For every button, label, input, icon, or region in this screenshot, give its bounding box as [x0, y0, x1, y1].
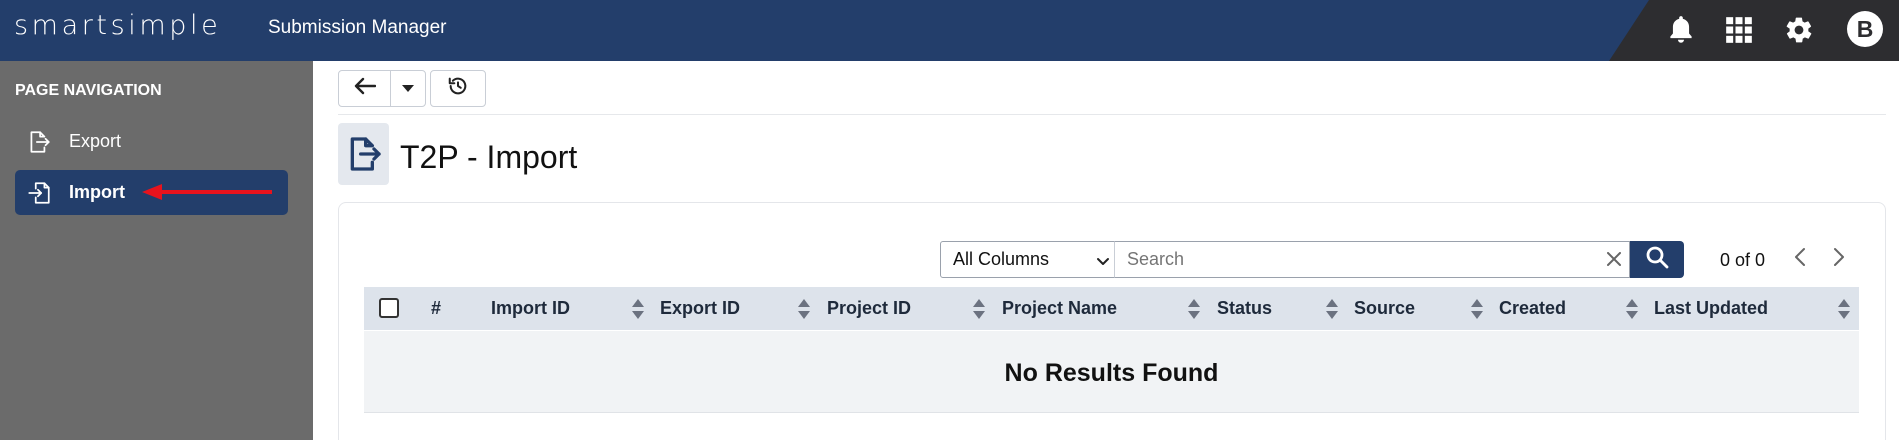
top-bar: smartsimple Submission Manager B — [0, 0, 1899, 61]
annotation-arrow — [142, 184, 272, 200]
sort-icon[interactable] — [1325, 298, 1339, 325]
apps-grid-icon[interactable] — [1721, 12, 1757, 48]
sort-icon[interactable] — [1187, 298, 1201, 325]
import-icon — [21, 180, 57, 206]
search-icon — [1645, 245, 1669, 274]
sort-icon[interactable] — [631, 298, 645, 325]
bell-icon[interactable] — [1663, 12, 1699, 48]
column-header-status[interactable]: Status — [1217, 287, 1272, 330]
back-button[interactable] — [338, 70, 391, 107]
export-icon — [21, 129, 57, 155]
app-title: Submission Manager — [268, 17, 447, 38]
toolbar-divider — [338, 114, 1886, 115]
search-input[interactable] — [1114, 241, 1630, 278]
user-avatar[interactable]: B — [1847, 11, 1883, 47]
table-body: No Results Found — [364, 331, 1859, 413]
back-arrow-icon — [354, 77, 376, 100]
column-filter-select[interactable]: All Columns — [940, 241, 1115, 278]
column-header-import-id[interactable]: Import ID — [491, 287, 570, 330]
chevron-left-icon — [1794, 247, 1806, 272]
sidebar-heading: PAGE NAVIGATION — [15, 82, 162, 99]
previous-page-button[interactable] — [1787, 246, 1813, 272]
page-export-icon — [338, 123, 389, 185]
sort-icon[interactable] — [1625, 298, 1639, 325]
table-header: # Import ID Export ID Project ID Project… — [364, 287, 1859, 330]
search-button[interactable] — [1630, 241, 1684, 278]
sort-icon[interactable] — [972, 298, 986, 325]
column-header-number[interactable]: # — [431, 287, 441, 330]
column-header-last-updated[interactable]: Last Updated — [1654, 287, 1768, 330]
pager-count: 0 of 0 — [1720, 250, 1766, 270]
page-navigation-sidebar: PAGE NAVIGATION Export Import — [0, 61, 313, 440]
chevron-right-icon — [1833, 247, 1845, 272]
column-header-project-name[interactable]: Project Name — [1002, 287, 1117, 330]
history-dropdown-button[interactable] — [390, 70, 426, 107]
smartsimple-logo[interactable]: smartsimple — [14, 10, 221, 41]
sidebar-item-label: Export — [69, 131, 122, 151]
history-icon — [447, 75, 469, 102]
column-header-created[interactable]: Created — [1499, 287, 1566, 330]
sort-icon[interactable] — [797, 298, 811, 325]
next-page-button[interactable] — [1826, 246, 1852, 272]
column-header-export-id[interactable]: Export ID — [660, 287, 740, 330]
history-button[interactable] — [430, 70, 486, 107]
sidebar-item-export[interactable]: Export — [15, 119, 288, 164]
column-header-project-id[interactable]: Project ID — [827, 287, 911, 330]
page-title: T2P - Import — [400, 139, 578, 175]
sidebar-item-label: Import — [69, 182, 125, 202]
select-all-checkbox[interactable] — [379, 298, 399, 318]
column-filter-value: All Columns — [953, 249, 1050, 269]
chevron-down-icon — [401, 80, 415, 98]
chevron-down-icon — [1096, 252, 1110, 273]
sort-icon[interactable] — [1470, 298, 1484, 325]
no-results-message: No Results Found — [1004, 359, 1219, 387]
sort-icon[interactable] — [1837, 298, 1851, 325]
gear-icon[interactable] — [1781, 12, 1817, 48]
clear-search-icon[interactable] — [1602, 247, 1626, 271]
column-header-source[interactable]: Source — [1354, 287, 1415, 330]
